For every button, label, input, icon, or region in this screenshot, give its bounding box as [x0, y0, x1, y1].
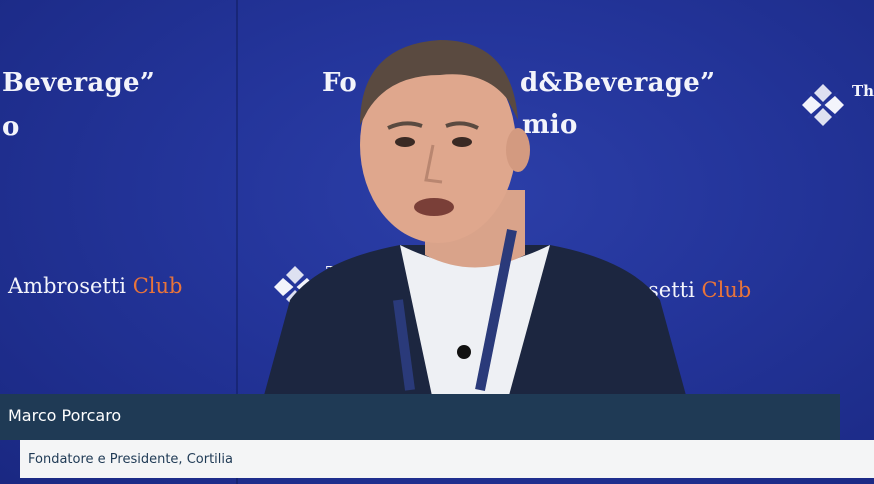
speaker-role: Fondatore e Presidente, Cortilia — [28, 452, 233, 467]
ambrosetti-word: Ambrosetti — [8, 274, 127, 298]
backdrop-banner-line2-left: o — [2, 112, 20, 142]
speaker-name: Marco Porcaro — [8, 406, 122, 425]
ambrosetti-logo-icon-right — [802, 84, 844, 126]
club-word-right: Club — [701, 278, 752, 302]
club-word: Club — [132, 274, 183, 298]
backdrop-banner-line1-left: Beverage” — [2, 68, 156, 98]
video-frame: Beverage” o Ambrosetti Club Fo d&Beverag… — [0, 0, 874, 484]
speaker-figure — [260, 40, 690, 410]
role-lower-third: Fondatore e Presidente, Cortilia — [20, 440, 874, 478]
backdrop-club-text-left: Ambrosetti Club — [8, 274, 182, 298]
name-lower-third: Marco Porcaro — [0, 394, 840, 440]
the-label-right: The — [852, 82, 874, 100]
